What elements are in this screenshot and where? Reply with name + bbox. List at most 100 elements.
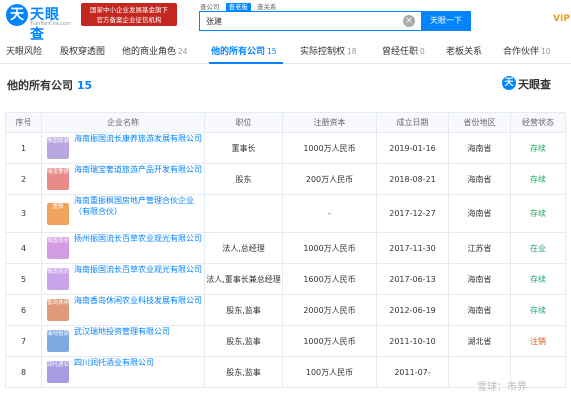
tab-label: 合作伙伴: [503, 47, 540, 57]
company-cell: 重振 海南重振枫国房地产管理合伙企业（有限合伙）: [41, 194, 205, 233]
company-cell: 瑞地投资 武汉瑞地投资管理有限公司: [41, 325, 205, 357]
capital-cell: 1000万人民币: [282, 132, 377, 164]
company-logo: 振国流长: [47, 237, 69, 259]
tab-label: 曾经任职: [382, 47, 419, 57]
row-index: 8: [5, 356, 42, 388]
region-cell: 海南省: [448, 132, 511, 164]
company-cell: 香岛休闲 海南香岛休闲农业科技发展有限公司: [41, 294, 205, 326]
status-cell: 存续: [510, 132, 566, 164]
tab-count: 10: [541, 47, 551, 56]
logo-eye-icon: 天: [6, 4, 28, 26]
table-row: 7 瑞地投资 武汉瑞地投资管理有限公司 股东,监事 1000万人民币 2011-10-10…: [5, 325, 566, 357]
region-cell: 湖北省: [448, 325, 511, 357]
status-cell: 存续: [510, 194, 566, 233]
row-index: 2: [5, 163, 42, 195]
capital-cell: 2000万人民币: [282, 294, 377, 326]
watermark: 雪球：市界: [477, 382, 527, 393]
company-logo: 润托酒业: [47, 361, 69, 383]
capital-cell: 1000万人民币: [282, 232, 377, 264]
tab-all-companies[interactable]: 他的所有公司 15: [211, 40, 277, 64]
tab-boss-relations[interactable]: 老板关系: [446, 40, 484, 64]
top-header: 天 天眼查 TianYanCha.com 国家中小企业发展基金旗下 官方备案企业…: [0, 0, 571, 43]
status-cell: 在业: [510, 232, 566, 264]
tab-label: 实际控制权: [300, 47, 346, 57]
active-tab-indicator: [209, 62, 283, 64]
tianyancha-logo[interactable]: 天 天眼查 TianYanCha.com: [6, 4, 73, 43]
row-index: 7: [5, 325, 42, 357]
search-input[interactable]: 张建 ×: [199, 11, 421, 31]
table-row: 2 瑞宝奢侈 海南瑞宝奢道旅游产品开发有限公司 股东 200万人民币 2018-08-21…: [5, 163, 566, 195]
tab-label: 他的所有公司: [211, 47, 266, 57]
col-region: 省份地区: [448, 112, 511, 133]
founded-cell: 2012-06-19: [376, 294, 449, 326]
position-cell: 股东: [204, 163, 283, 195]
tab-former-positions[interactable]: 曾经任职 0: [382, 40, 425, 64]
position-cell: 股东,监事: [204, 325, 283, 357]
profile-tabs: 天眼风险 股权穿透图 他的商业角色 24 他的所有公司 15 实际控制权 18 曾经任…: [0, 40, 571, 64]
section-title: 他的所有公司 15: [7, 77, 92, 93]
row-index: 3: [5, 194, 42, 233]
slogan-banner[interactable]: 国家中小企业发展基金旗下 官方备案企业征信机构: [81, 3, 177, 26]
founded-cell: 2011-07-: [376, 356, 449, 388]
capital-cell: 1600万人民币: [282, 263, 377, 295]
company-cell: 润托酒业 四川润托酒业有限公司: [41, 356, 205, 388]
tab-risk[interactable]: 天眼风险: [6, 40, 44, 64]
clear-icon[interactable]: ×: [403, 15, 415, 27]
tab-label: 他的商业角色: [122, 47, 177, 57]
capital-cell: -: [282, 194, 377, 233]
table-row: 6 香岛休闲 海南香岛休闲农业科技发展有限公司 股东,监事 2000万人民币 2012-0…: [5, 294, 566, 326]
tab-label: 老板关系: [446, 47, 483, 57]
table-row: 1 振国旅游 海南振国流长康养旅游发展有限公司 董事长 1000万人民币 2019-01-…: [5, 132, 566, 164]
col-capital: 注册资本: [282, 112, 377, 133]
logo-url: TianYanCha.com: [30, 21, 72, 27]
company-cell: 振国流长 扬州振国流长百草农业观光有限公司: [41, 232, 205, 264]
tab-label: 股权穿透图: [60, 47, 106, 57]
capital-cell: 100万人民币: [282, 356, 377, 388]
region-cell: 海南省: [448, 294, 511, 326]
status-cell: 存续: [510, 294, 566, 326]
search-tab-company[interactable]: 查公司: [200, 3, 220, 11]
founded-cell: 2017-11-30: [376, 232, 449, 264]
company-logo: 瑞宝奢侈: [47, 168, 69, 190]
capital-cell: 200万人民币: [282, 163, 377, 195]
tab-actual-control[interactable]: 实际控制权 18: [300, 40, 357, 64]
vip-link[interactable]: VIP: [553, 14, 570, 24]
col-index: 序号: [5, 112, 42, 133]
company-logo: 振国流长: [47, 268, 69, 290]
table-row: 4 振国流长 扬州振国流长百草农业观光有限公司 法人,总经理 1000万人民币 2017-…: [5, 232, 566, 264]
position-cell: 股东,监事: [204, 356, 283, 388]
tab-equity-chart[interactable]: 股权穿透图: [60, 40, 107, 64]
col-company-name: 企业名称: [41, 112, 205, 133]
region-cell: 海南省: [448, 194, 511, 233]
companies-table: 序号 企业名称 职位 注册资本 成立日期 省份地区 经营状态 1 振国旅游 海南振国…: [5, 112, 566, 388]
position-cell: 法人,总经理: [204, 232, 283, 264]
row-index: 5: [5, 263, 42, 295]
region-cell: 江苏省: [448, 232, 511, 264]
tab-partners[interactable]: 合作伙伴 10: [503, 40, 551, 64]
tab-label: 天眼风险: [6, 47, 43, 57]
search-tab-relation[interactable]: 查关系: [257, 3, 277, 11]
position-cell: 股东,监事: [204, 294, 283, 326]
col-founded: 成立日期: [376, 112, 449, 133]
table-row: 5 振国流长 海南振国流长百草农业观光有限公司 法人,董事长兼总经理 1600万人民币 2…: [5, 263, 566, 295]
tab-business-roles[interactable]: 他的商业角色 24: [122, 40, 188, 64]
company-cell: 振国流长 海南振国流长百草农业观光有限公司: [41, 263, 205, 295]
company-cell: 振国旅游 海南振国流长康养旅游发展有限公司: [41, 132, 205, 164]
section-count: 15: [76, 79, 93, 92]
col-position: 职位: [204, 112, 283, 133]
search-type-tabs: 查公司 查老板 查关系: [200, 1, 283, 11]
tab-count: 15: [267, 47, 277, 56]
founded-cell: 2017-06-13: [376, 263, 449, 295]
position-cell: 法人,董事长兼总经理: [204, 263, 283, 295]
capital-cell: 1000万人民币: [282, 325, 377, 357]
row-index: 4: [5, 232, 42, 264]
search-button[interactable]: 天眼一下: [421, 11, 471, 31]
search-tab-boss[interactable]: 查老板: [225, 3, 251, 11]
founded-cell: 2011-10-10: [376, 325, 449, 357]
search-value: 张建: [206, 17, 222, 26]
founded-cell: 2018-08-21: [376, 163, 449, 195]
brand-text: 天眼查: [518, 78, 551, 91]
company-logo: 瑞地投资: [47, 330, 69, 352]
region-cell: 海南省: [448, 263, 511, 295]
slogan-line1: 国家中小企业发展基金旗下: [90, 6, 168, 14]
